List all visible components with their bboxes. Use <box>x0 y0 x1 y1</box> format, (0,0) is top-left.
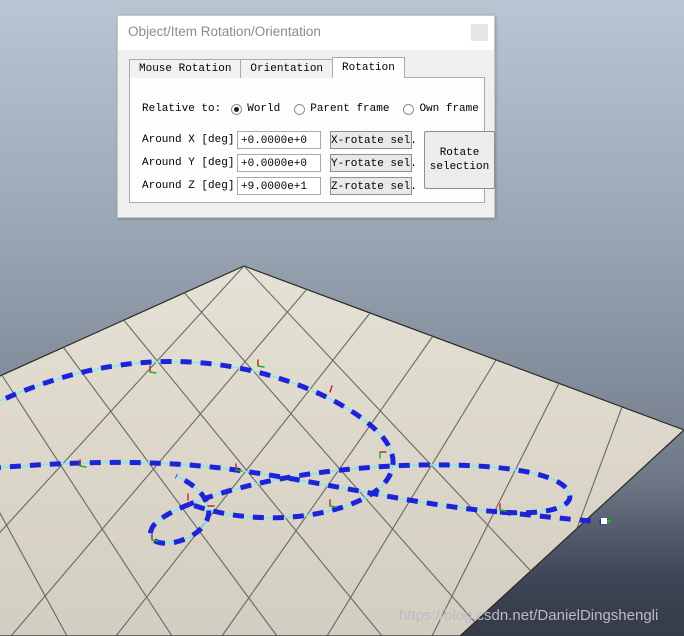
radio-own-frame-label: Own frame <box>419 103 479 115</box>
relative-to-row: Relative to: World Parent frame Own fram… <box>142 103 493 115</box>
x-rotate-sel-button[interactable]: X-rotate sel. <box>330 130 417 149</box>
around-z-label: Around Z [deg] <box>142 179 235 192</box>
rotate-selection-line2: selection <box>429 161 490 173</box>
dialog-titlebar: Object/Item Rotation/Orientation × <box>118 16 494 50</box>
rotation-tab-panel: Relative to: World Parent frame Own fram… <box>129 77 495 203</box>
path-endpoint-marker <box>601 518 611 524</box>
tab-rotation[interactable]: Rotation <box>332 57 405 78</box>
close-icon[interactable]: × <box>471 24 488 41</box>
floor-plane <box>0 265 684 636</box>
axis-field-list: Around X [deg] +0.0000e+0 X-rotate sel. … <box>142 130 417 199</box>
tab-mouse-rotation[interactable]: Mouse Rotation <box>129 59 242 78</box>
rotate-selection-line1: Rotate <box>439 147 480 159</box>
axis-row-y: Around Y [deg] +0.0000e+0 Y-rotate sel. <box>142 153 417 172</box>
radio-own-frame[interactable]: Own frame <box>403 103 479 115</box>
z-rotate-sel-button[interactable]: Z-rotate sel. <box>330 176 417 195</box>
radio-parent-frame[interactable]: Parent frame <box>294 103 389 115</box>
radio-parent-frame-label: Parent frame <box>310 103 390 115</box>
watermark-text: https://blog.csdn.net/DanielDingshengli <box>399 607 659 624</box>
radio-parent-frame-icon[interactable] <box>294 103 306 115</box>
tab-orientation[interactable]: Orientation <box>240 59 334 78</box>
rotate-selection-button[interactable]: Rotate selection <box>424 131 495 189</box>
radio-world-icon[interactable] <box>231 103 243 115</box>
radio-own-frame-icon[interactable] <box>403 103 415 115</box>
rotation-dialog: Object/Item Rotation/Orientation × Mouse… <box>117 15 495 218</box>
around-y-label: Around Y [deg] <box>142 156 235 169</box>
y-rotate-sel-button[interactable]: Y-rotate sel. <box>330 153 417 172</box>
around-z-input[interactable]: +9.0000e+1 <box>237 176 321 195</box>
radio-world[interactable]: World <box>231 103 280 115</box>
tab-strip: Mouse Rotation Orientation Rotation <box>129 57 405 78</box>
around-x-label: Around X [deg] <box>142 133 235 146</box>
screenshot-root: Object/Item Rotation/Orientation × Mouse… <box>0 0 684 636</box>
axis-row-z: Around Z [deg] +9.0000e+1 Z-rotate sel. <box>142 176 417 195</box>
dialog-title: Object/Item Rotation/Orientation <box>128 24 321 39</box>
around-x-input[interactable]: +0.0000e+0 <box>237 130 321 149</box>
axis-row-x: Around X [deg] +0.0000e+0 X-rotate sel. <box>142 130 417 149</box>
relative-to-label: Relative to: <box>142 103 222 115</box>
radio-world-label: World <box>247 103 281 115</box>
around-y-input[interactable]: +0.0000e+0 <box>237 153 321 172</box>
